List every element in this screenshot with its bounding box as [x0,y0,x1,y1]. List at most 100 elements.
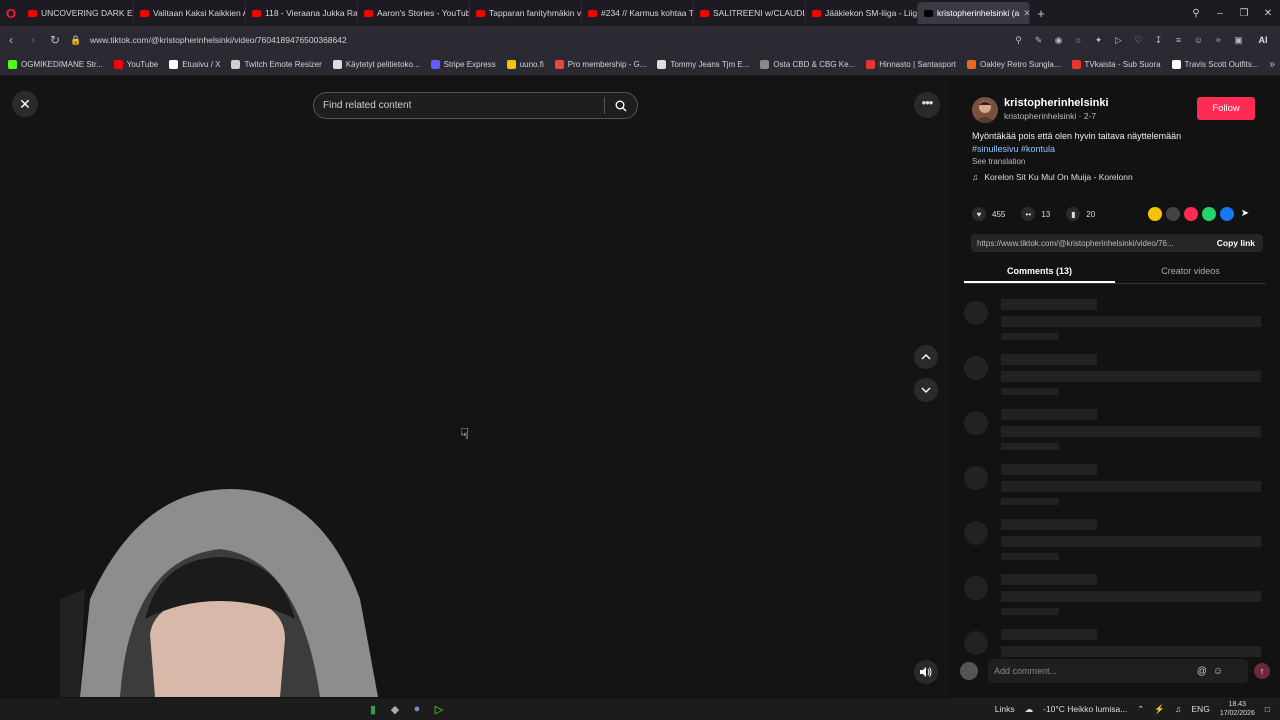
vpn-icon[interactable]: ○ [1070,35,1087,45]
skeleton-bar [1001,553,1059,560]
bookmark-item[interactable]: Pro membership - G... [554,60,646,69]
bookmark-item[interactable]: Hinnasto | Santasport [866,60,956,69]
clock[interactable]: 18.43 17/02/2026 [1220,700,1255,718]
reload-button[interactable]: ↻ [44,33,66,47]
menu-icon[interactable]: ≡ [1170,35,1187,45]
notification-icon[interactable]: □ [1265,704,1270,714]
ai-button[interactable]: AI [1250,35,1276,45]
bookmark-item[interactable]: uuno.fi [506,60,544,69]
back-button[interactable]: ‹ [0,33,22,47]
creator-subtitle: kristopherinhelsinki · 2-7 [1004,111,1097,121]
play-icon[interactable]: ▷ [1110,35,1127,46]
bookmark-item[interactable]: YouTube [113,60,158,69]
bookmark-item[interactable]: OGMIKEDIMANE Str... [8,60,103,69]
volume-icon[interactable] [914,660,938,684]
bookmark-label: Travis Scott Outfits... [1184,60,1259,69]
close-window-button[interactable]: ✕ [1256,8,1280,19]
minimize-button[interactable]: – [1208,8,1232,19]
profile-icon[interactable]: ☺ [1190,35,1207,45]
url-field[interactable]: www.tiktok.com/@kristopherinhelsinki/vid… [90,35,347,45]
weather-icon[interactable]: ☁ [1025,704,1034,715]
share-arrow-icon[interactable]: ➤ [1238,207,1252,221]
mention-icon[interactable]: @ [1194,666,1210,677]
opera-logo-icon[interactable]: O [0,0,22,26]
chevron-up-icon[interactable]: ⌃ [1137,704,1144,715]
creator-username[interactable]: kristopherinhelsinki [1004,97,1109,109]
see-translation-link[interactable]: See translation [972,157,1025,166]
search-icon[interactable]: ⚲ [1010,35,1027,46]
network-icon[interactable]: ⚡ [1154,704,1165,715]
cube-icon[interactable]: ▣ [1230,35,1247,46]
bookmark-favicon-icon [169,60,179,69]
bookmark-item[interactable]: Twitch Emote Resizer [231,60,322,69]
bookmark-item[interactable]: Osta CBD & CBG Ke... [760,60,855,69]
send-icon[interactable]: ↑ [1254,663,1270,679]
browser-tab[interactable]: 118 - Vieraana Jukka Rasil [246,2,358,24]
search-tabs-icon[interactable]: ⚲ [1184,8,1208,19]
download-icon[interactable]: ↧ [1150,35,1167,46]
bookmark-item[interactable]: Oakley Retro Sungla... [967,60,1061,69]
heart-icon[interactable]: ♡ [1130,35,1147,46]
taskbar-play-icon[interactable]: ▷ [428,703,450,716]
edit-icon[interactable]: ✎ [1030,35,1047,46]
close-icon[interactable]: ✕ [12,91,38,117]
bookmark-favicon-icon [332,60,342,69]
whatsapp-icon[interactable] [1202,207,1216,221]
bookmark-item[interactable]: Stripe Express [430,60,496,69]
browser-tab[interactable]: Jääkiekon SM-liiga - Liiga [806,2,918,24]
bookmark-item[interactable]: Tommy Jeans Tjm E... [657,60,749,69]
more-options-icon[interactable]: ••• [914,92,940,118]
bookmark-favicon-icon [8,60,17,69]
new-tab-button[interactable]: + [1030,6,1052,21]
close-tab-icon[interactable]: ✕ [1023,8,1029,19]
extension-icon[interactable]: ✦ [1090,35,1107,46]
browser-tab[interactable]: Tapparan fanityhmäkin vi [470,2,582,24]
music-row[interactable]: ♫ Korelon Sit Ku Mul On Muija - Korelonn [972,172,1133,182]
heart-icon[interactable]: ♥ [972,207,986,221]
browser-tab[interactable]: SALITREENI w/CLAUDIA B [694,2,806,24]
forward-button[interactable]: › [22,33,44,47]
bookmark-icon[interactable]: ▮ [1066,207,1081,221]
bookmark-item[interactable]: TVkaista - Sub Suora [1071,60,1161,69]
links-toolbar[interactable]: Links [995,704,1015,714]
search-icon[interactable] [605,100,636,112]
camera-icon[interactable]: ◉ [1050,35,1067,46]
repost-icon[interactable] [1184,207,1198,221]
weather-text[interactable]: -10°C Heikko lumisa... [1043,704,1127,714]
bookmark-item[interactable]: Travis Scott Outfits... [1171,60,1259,69]
facebook-icon[interactable] [1220,207,1234,221]
comment-input[interactable] [994,666,1194,676]
embed-icon[interactable] [1166,207,1180,221]
coin-icon[interactable] [1148,207,1162,221]
bookmark-item[interactable]: Etusivu / X [169,60,220,69]
video-area[interactable]: ✕ ••• ☟ [0,77,950,697]
creator-avatar[interactable] [972,97,998,123]
browser-tab[interactable]: UNCOVERING DARK EPST [22,2,134,24]
copy-link-button[interactable]: Copy link [1217,238,1263,248]
tab-creator-videos[interactable]: Creator videos [1115,260,1266,283]
taskbar-shield-icon[interactable]: ◆ [384,703,406,716]
previous-video-button[interactable] [914,345,938,369]
taskbar-app-icon[interactable]: ▮ [362,703,384,716]
hashtags[interactable]: #sinullesivu #kontula [972,144,1055,154]
comment-icon[interactable]: •• [1021,207,1036,221]
next-video-button[interactable] [914,378,938,402]
language-indicator[interactable]: ENG [1191,704,1209,714]
tab-comments[interactable]: Comments (13) [964,260,1115,283]
bookmark-label: TVkaista - Sub Suora [1084,60,1161,69]
browser-tab[interactable]: #234 // Karmus kohtaa Tc [582,2,694,24]
browser-tab[interactable]: Valitaan Kaksi Kaikkien Ai [134,2,246,24]
bookmark-item[interactable]: Käytetyt pelitietoko... [332,60,420,69]
emoji-icon[interactable]: ☺ [1210,666,1226,677]
more-bookmarks-icon[interactable]: » [1270,59,1276,70]
translate-icon[interactable]: ≈ [1210,35,1227,45]
follow-button[interactable]: Follow [1197,97,1255,120]
search-input[interactable] [314,100,604,111]
browser-tab[interactable]: Aaron's Stories - YouTube [358,2,470,24]
browser-tab[interactable]: kristopherinhelsinki (a ✕ [918,2,1030,24]
lock-icon[interactable]: 🔒 [70,35,84,46]
volume-tray-icon[interactable]: ♫ [1175,704,1181,714]
taskbar-discord-icon[interactable]: ● [406,703,428,715]
maximize-button[interactable]: ❐ [1232,8,1256,19]
tiktok-page: ✕ ••• ☟ [0,77,1280,697]
